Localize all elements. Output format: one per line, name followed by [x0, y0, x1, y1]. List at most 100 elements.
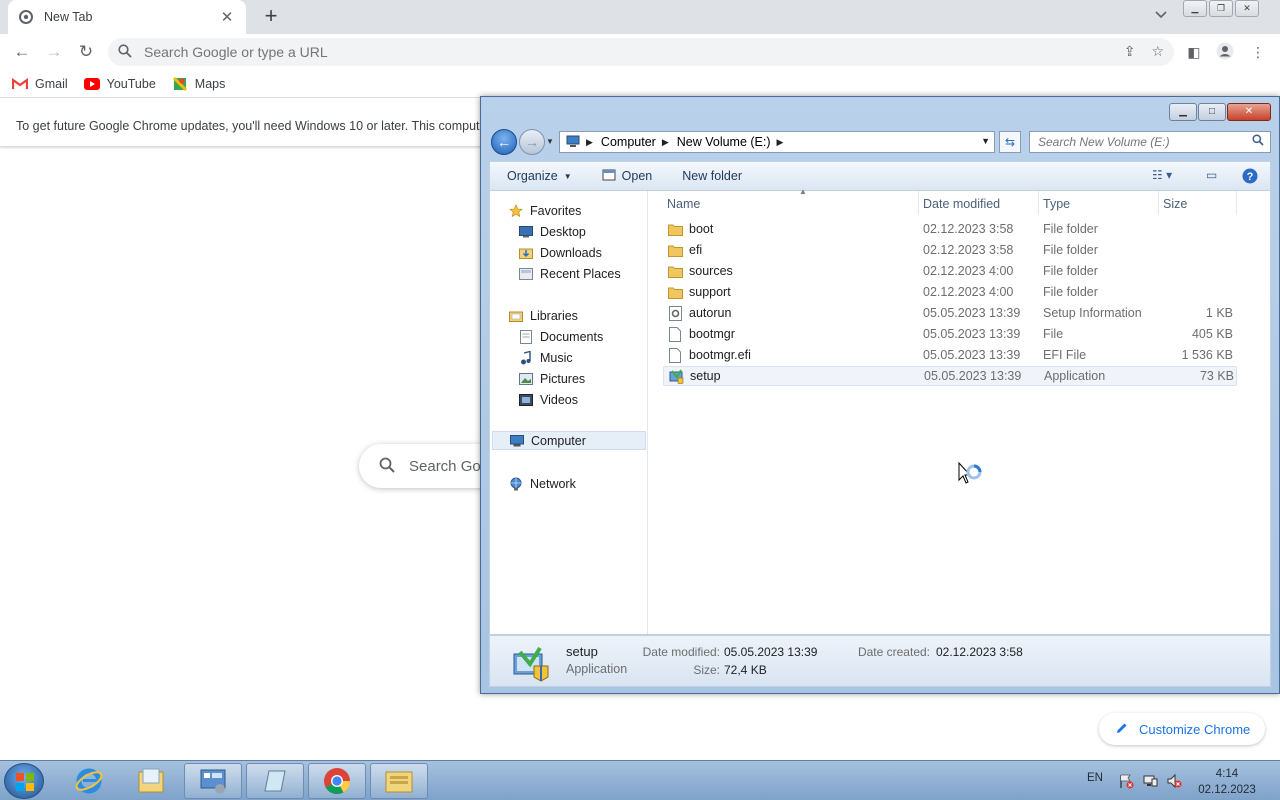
videos-icon [518, 393, 534, 407]
breadcrumb-computer[interactable]: Computer [601, 135, 656, 149]
chrome-menu-icon[interactable]: ⋮ [1248, 42, 1268, 62]
file-row[interactable]: bootmgr 05.05.2023 13:39 File 405 KB [663, 324, 1237, 344]
start-button[interactable] [4, 763, 44, 799]
navigation-pane: Favorites Desktop Downloads Recent Place… [490, 191, 648, 634]
explorer-minimize-button[interactable]: ▁ [1169, 103, 1197, 121]
pencil-icon [1115, 721, 1129, 738]
folder-icon [667, 243, 683, 258]
maps-icon [172, 76, 188, 91]
column-header-type[interactable]: Type [1039, 191, 1159, 215]
settings-file-icon [667, 305, 683, 321]
libraries-icon [508, 309, 524, 323]
file-row[interactable]: boot 02.12.2023 3:58 File folder [663, 219, 1237, 239]
folder-icon [667, 222, 683, 237]
network-tray-icon[interactable] [1142, 773, 1158, 789]
internet-explorer-icon[interactable] [60, 763, 118, 799]
close-button[interactable]: ✕ [1235, 0, 1259, 17]
explorer-close-button[interactable]: ✕ [1227, 103, 1271, 121]
chrome-taskbar-icon[interactable] [308, 763, 366, 799]
tab-new-tab[interactable]: New Tab ✕ [8, 0, 246, 34]
back-arrow-icon[interactable]: ← [12, 42, 32, 62]
forward-arrow-icon[interactable]: → [44, 42, 64, 62]
new-tab-button[interactable]: + [260, 5, 282, 28]
libraries-taskbar-icon[interactable] [122, 763, 180, 799]
history-dropdown-icon[interactable]: ▼ [546, 137, 556, 147]
new-folder-button[interactable]: New folder [682, 169, 742, 183]
downloads-folder-icon [518, 246, 534, 260]
desktop-icon [518, 225, 534, 239]
column-header-name[interactable]: Name [663, 191, 919, 215]
bookmark-star-icon[interactable]: ☆ [1151, 43, 1164, 60]
computer-icon [509, 434, 525, 448]
tab-search-chevron-icon[interactable] [1152, 8, 1170, 26]
address-dropdown-icon[interactable]: ▼ [981, 136, 990, 146]
file-row-selected[interactable]: setup 05.05.2023 13:39 Application 73 KB [663, 366, 1237, 386]
open-button[interactable]: Open [602, 169, 652, 184]
breadcrumb-arrow-icon[interactable]: ▶ [586, 137, 593, 148]
nav-libraries[interactable]: Libraries [508, 306, 578, 325]
side-panel-icon[interactable]: ◧ [1184, 42, 1204, 62]
explorer-forward-button[interactable]: → [519, 129, 545, 155]
nav-favorites[interactable]: Favorites [508, 201, 581, 220]
system-clock[interactable]: 4:14 02.12.2023 [1196, 766, 1258, 798]
refresh-icon[interactable]: ⇆ [999, 131, 1021, 153]
chrome-tabstrip: New Tab ✕ + ▁ ❐ ✕ [0, 0, 1280, 34]
bookmark-youtube[interactable]: YouTube [83, 77, 156, 91]
file-icon [667, 326, 683, 342]
explorer-taskbar-icon[interactable] [370, 763, 428, 799]
file-row[interactable]: support 02.12.2023 4:00 File folder [663, 282, 1237, 302]
breadcrumb-volume[interactable]: New Volume (E:) [677, 135, 771, 149]
file-row[interactable]: bootmgr.efi 05.05.2023 13:39 EFI File 1 … [663, 345, 1237, 365]
explorer-search-input[interactable] [1038, 135, 1248, 149]
explorer-search-box[interactable] [1029, 131, 1271, 153]
volume-muted-icon[interactable] [1166, 773, 1182, 789]
explorer-maximize-button[interactable]: □ [1198, 103, 1226, 121]
column-header-date[interactable]: Date modified [919, 191, 1039, 215]
nav-recent-places[interactable]: Recent Places [518, 264, 621, 283]
control-panel-taskbar-icon[interactable] [184, 763, 242, 799]
details-size-label: Size: [693, 663, 720, 677]
pictures-icon [518, 372, 534, 386]
nav-videos[interactable]: Videos [518, 390, 578, 409]
nav-documents[interactable]: Documents [518, 327, 603, 346]
search-icon [118, 44, 134, 60]
action-center-flag-icon[interactable] [1118, 773, 1134, 789]
nav-network[interactable]: Network [508, 474, 576, 493]
explorer-back-button[interactable]: ← [491, 129, 517, 155]
file-row[interactable]: efi 02.12.2023 3:58 File folder [663, 240, 1237, 260]
chrome-toolbar: ← → ↻ ⇪ ☆ ◧ ⋮ [0, 34, 1280, 70]
nav-music[interactable]: Music [518, 348, 573, 367]
nav-downloads[interactable]: Downloads [518, 243, 602, 262]
restore-button[interactable]: ❐ [1209, 0, 1233, 17]
minimize-button[interactable]: ▁ [1183, 0, 1207, 17]
clock-date: 02.12.2023 [1198, 784, 1256, 796]
bookmark-maps[interactable]: Maps [172, 76, 225, 91]
clock-time: 4:14 [1215, 768, 1239, 780]
nav-pictures[interactable]: Pictures [518, 369, 585, 388]
bookmark-gmail[interactable]: Gmail [12, 77, 68, 91]
omnibox[interactable]: ⇪ ☆ [108, 38, 1174, 66]
customize-chrome-button[interactable]: Customize Chrome [1099, 713, 1265, 745]
file-row[interactable]: sources 02.12.2023 4:00 File folder [663, 261, 1237, 281]
omnibox-input[interactable] [144, 44, 1064, 60]
preview-pane-icon[interactable]: ▭ [1206, 168, 1217, 182]
folder-icon [667, 264, 683, 279]
address-bar[interactable]: ▶ Computer ▶ New Volume (E:) ▶ ▼ [559, 131, 995, 153]
nav-computer[interactable]: Computer [492, 431, 646, 450]
file-row[interactable]: autorun 05.05.2023 13:39 Setup Informati… [663, 303, 1237, 323]
profile-avatar-icon[interactable] [1215, 42, 1235, 62]
help-icon[interactable]: ? [1242, 168, 1258, 187]
organize-button[interactable]: Organize ▼ [507, 169, 572, 183]
view-options-icon[interactable]: ☷ ▾ [1152, 168, 1172, 182]
nav-desktop[interactable]: Desktop [518, 222, 586, 241]
column-header-size[interactable]: Size [1159, 191, 1237, 215]
chrome-favicon-icon [18, 9, 34, 25]
breadcrumb-arrow-icon[interactable]: ▶ [662, 137, 669, 148]
tab-close-icon[interactable]: ✕ [218, 8, 236, 26]
file-icon [667, 347, 683, 363]
reload-icon[interactable]: ↻ [76, 42, 96, 62]
share-icon[interactable]: ⇪ [1124, 43, 1136, 60]
notepad-taskbar-icon[interactable] [246, 763, 304, 799]
breadcrumb-arrow-icon[interactable]: ▶ [777, 137, 784, 148]
language-indicator[interactable]: EN [1087, 772, 1103, 784]
